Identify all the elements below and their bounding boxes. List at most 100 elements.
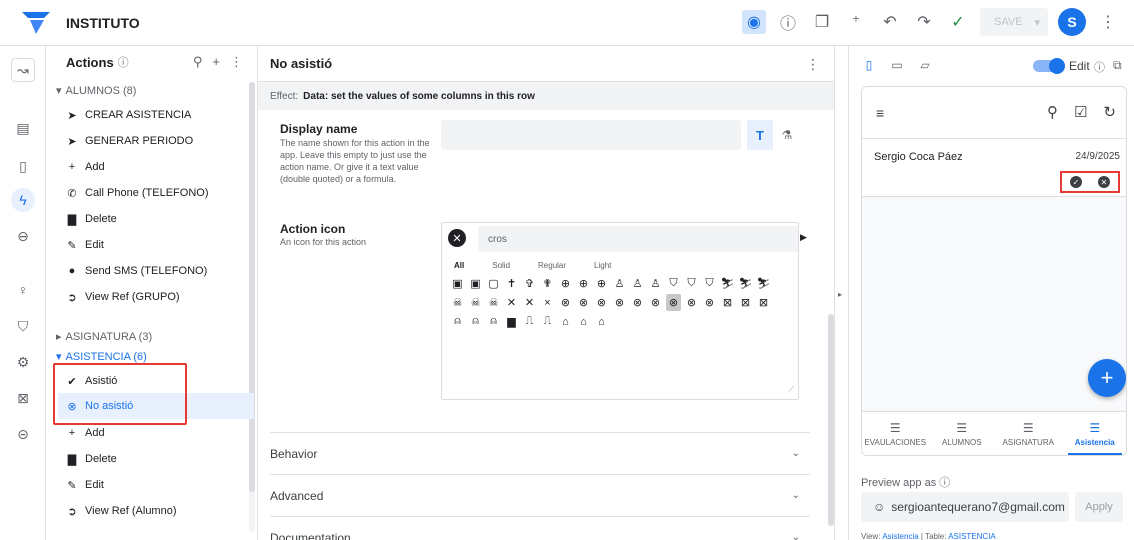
share-user-icon[interactable]: ⁺: [844, 10, 868, 34]
preview-email-input[interactable]: ☺ sergioantequerano7@gmail.com: [861, 492, 1069, 522]
save-button[interactable]: SAVE ▾: [980, 8, 1048, 36]
times-octagon-icon[interactable]: ⊗: [612, 294, 627, 311]
rail-actions-bolt-icon[interactable]: ϟ: [11, 188, 35, 212]
action-item-edit[interactable]: ✎ Edit: [66, 232, 250, 258]
shield-cross-icon[interactable]: ⛉: [702, 275, 717, 292]
action-item-view-ref-grupo[interactable]: ➲ View Ref (GRUPO): [66, 284, 250, 310]
id-card-icon[interactable]: ▣: [450, 275, 465, 292]
formula-flask-icon[interactable]: ⚗: [774, 120, 800, 150]
skull-crossbones-icon[interactable]: ☠: [486, 294, 501, 311]
times-circle-icon[interactable]: ⊗: [702, 294, 717, 311]
nav-tab-asignatura[interactable]: ☰ ASIGNATURA: [995, 412, 1062, 455]
times-octagon-icon[interactable]: ⊗: [630, 294, 645, 311]
rail-settings-gear-icon[interactable]: ⚙: [11, 350, 35, 374]
tombstone-alt-icon[interactable]: ⎍: [540, 313, 555, 330]
info-icon[interactable]: ⓘ: [939, 477, 950, 489]
ski-crossing-icon[interactable]: ⛷: [756, 275, 771, 292]
table-link[interactable]: ASISTENCIA: [948, 532, 996, 540]
rail-route-icon[interactable]: ↝: [11, 58, 35, 82]
phone-icon[interactable]: ▯: [861, 57, 877, 73]
id-card-icon[interactable]: ▣: [468, 275, 483, 292]
action-item-crear-asistencia[interactable]: ➤ CREAR ASISTENCIA: [66, 102, 250, 128]
tombstone-alt-icon[interactable]: ▆: [504, 313, 519, 330]
ski-crossing-icon[interactable]: ⛷: [738, 275, 753, 292]
person-crossing-icon[interactable]: ♙: [630, 275, 645, 292]
cross-icon[interactable]: ✟: [540, 275, 555, 292]
list-item[interactable]: Sergio Coca Páez 24/9/2025 ✓ ✕: [862, 139, 1126, 197]
shield-cross-icon[interactable]: ⛉: [666, 275, 681, 292]
tombstone-icon[interactable]: ⍝: [468, 313, 483, 330]
text-mode-icon[interactable]: T: [747, 120, 773, 150]
laptop-icon[interactable]: ▱: [917, 57, 933, 73]
open-external-icon[interactable]: ⧉: [1113, 58, 1122, 73]
check-circle-icon[interactable]: ✓: [1070, 176, 1082, 188]
times-octagon-icon[interactable]: ⊗: [648, 294, 663, 311]
add-fab-button[interactable]: +: [1088, 359, 1126, 397]
rail-data-icon[interactable]: ▤: [11, 116, 35, 140]
ski-crossing-icon[interactable]: ⛷: [720, 275, 735, 292]
filter-light[interactable]: Light: [594, 261, 611, 270]
cross-icon[interactable]: ✞: [522, 275, 537, 292]
action-item-delete[interactable]: ▇ Delete: [66, 206, 250, 232]
action-item-call-phone[interactable]: ✆ Call Phone (TELEFONO): [66, 180, 250, 206]
section-advanced[interactable]: Advanced ⌄: [270, 474, 810, 516]
shield-cross-icon[interactable]: ⛉: [684, 275, 699, 292]
times-square-icon[interactable]: ⊠: [720, 294, 735, 311]
action-item-generar-periodo[interactable]: ➤ GENERAR PERIODO: [66, 128, 250, 154]
filter-solid[interactable]: Solid: [492, 261, 510, 270]
skull-crossbones-icon[interactable]: ☠: [450, 294, 465, 311]
more-vert-icon[interactable]: ⋮: [806, 56, 820, 73]
rail-learn-icon[interactable]: ⊝: [11, 422, 35, 446]
select-checkbox-icon[interactable]: ☑: [1074, 103, 1087, 121]
checkmark-icon[interactable]: ✓: [946, 10, 970, 34]
times-icon[interactable]: ✕: [522, 294, 537, 311]
crosshairs-icon[interactable]: ⊕: [558, 275, 573, 292]
times-icon[interactable]: ✕: [504, 294, 519, 311]
industry-icon[interactable]: ⌂: [594, 313, 609, 330]
times-icon[interactable]: ×: [540, 294, 555, 311]
group-alumnos[interactable]: ▾ ALUMNOS (8): [56, 84, 136, 98]
times-circle-icon[interactable]: ✕: [1098, 176, 1110, 188]
more-vert-icon[interactable]: ⋮: [1096, 10, 1120, 34]
rail-intelligence-icon[interactable]: ♀: [11, 278, 35, 302]
avatar[interactable]: S: [1058, 8, 1086, 36]
tombstone-icon[interactable]: ⍝: [486, 313, 501, 330]
redo-icon[interactable]: ↷: [912, 10, 936, 34]
action-item-add[interactable]: + Add: [66, 154, 250, 180]
section-behavior[interactable]: Behavior ⌄: [270, 432, 810, 474]
action-item-view-ref-alumno[interactable]: ➲ View Ref (Alumno): [66, 498, 250, 524]
times-square-icon[interactable]: ⊠: [756, 294, 771, 311]
action-item-send-sms[interactable]: ● Send SMS (TELEFONO): [66, 258, 250, 284]
id-card-icon[interactable]: ▢: [486, 275, 501, 292]
add-icon[interactable]: +: [212, 54, 220, 70]
nav-tab-asistencia[interactable]: ☰ Asistencia: [1062, 412, 1127, 455]
times-circle-selected-icon[interactable]: ⊗: [666, 294, 681, 311]
crosshairs-icon[interactable]: ⊕: [576, 275, 591, 292]
info-icon[interactable]: ⓘ: [118, 54, 129, 70]
industry-icon[interactable]: ⌂: [576, 313, 591, 330]
undo-icon[interactable]: ↶: [878, 10, 902, 34]
industry-icon[interactable]: ⌂: [558, 313, 573, 330]
filter-all[interactable]: All: [454, 261, 464, 270]
times-circle-icon[interactable]: ⊗: [558, 294, 573, 311]
resize-handle-icon[interactable]: ⟋: [788, 385, 794, 395]
cross-icon[interactable]: ✝: [504, 275, 519, 292]
panel-divider[interactable]: ▸: [834, 46, 849, 540]
person-crossing-icon[interactable]: ♙: [612, 275, 627, 292]
copy-icon[interactable]: ❐: [810, 10, 834, 34]
tablet-icon[interactable]: ▭: [889, 57, 905, 73]
crosshairs-icon[interactable]: ⊕: [594, 275, 609, 292]
edit-toggle[interactable]: [1033, 58, 1065, 74]
group-asistencia[interactable]: ▾ ASISTENCIA (6): [56, 350, 147, 364]
section-documentation[interactable]: Documentation ⌄: [270, 516, 810, 540]
search-icon[interactable]: ⚲: [1047, 103, 1058, 121]
view-link[interactable]: Asistencia: [882, 532, 918, 540]
refresh-icon[interactable]: ↻: [1103, 103, 1116, 121]
person-crossing-icon[interactable]: ♙: [648, 275, 663, 292]
preview-eye-icon[interactable]: ◉: [742, 10, 766, 34]
search-icon[interactable]: ⚲: [193, 54, 203, 70]
icon-search-input[interactable]: cros: [478, 226, 798, 252]
filter-regular[interactable]: Regular: [538, 261, 566, 270]
rail-views-icon[interactable]: ▯: [11, 154, 35, 178]
info-icon[interactable]: ⓘ: [1094, 59, 1105, 75]
